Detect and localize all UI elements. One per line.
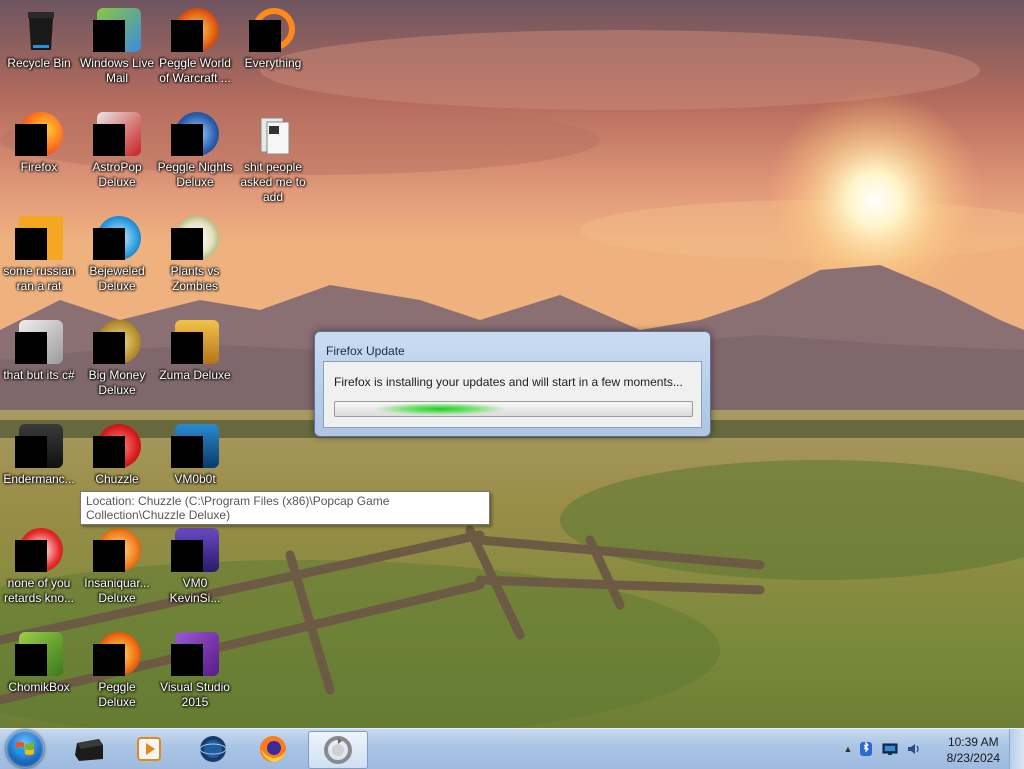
recycle-bin-icon: [15, 6, 63, 54]
desktop-icon-russian-rat[interactable]: some russian ran a rat: [0, 208, 78, 294]
terminal-app-icon: [75, 739, 103, 761]
desktop-icon-windows-live-mail[interactable]: Windows Live Mail: [78, 0, 156, 86]
chomikbox-icon: [15, 630, 63, 678]
globe-app-icon: [199, 736, 227, 762]
taskbar: ▲ 10:39 AM 8/23/2024: [0, 728, 1024, 769]
windows-start-orb-icon[interactable]: [6, 730, 44, 768]
firefox-icon: [260, 736, 286, 762]
dialog-content: Firefox is installing your updates and w…: [323, 361, 702, 428]
desktop-icon-zuma[interactable]: Zuma Deluxe: [156, 312, 234, 383]
clock-date: 8/23/2024: [946, 751, 1000, 765]
icon-location-tooltip: Location: Chuzzle (C:\Program Files (x86…: [80, 491, 490, 525]
zuma-icon: [171, 318, 219, 366]
desktop-icon-big-money[interactable]: Big Money Deluxe: [78, 312, 156, 398]
media-player-icon: [137, 737, 161, 761]
insaniquarium-icon: [93, 526, 141, 574]
windows-live-mail-icon: [93, 6, 141, 54]
taskbar-terminal-app[interactable]: [60, 731, 118, 767]
firefox-icon: [15, 110, 63, 158]
system-tray: ▲ 10:39 AM 8/23/2024: [834, 729, 1024, 769]
dialog-title: Firefox Update: [326, 344, 405, 358]
desktop-icon-visual-studio[interactable]: Visual Studio 2015: [156, 624, 234, 710]
desktop-icon-folder[interactable]: shit people asked me to add: [234, 104, 312, 205]
desktop-icon-insaniquarium[interactable]: Insaniquar... Deluxe: [78, 520, 156, 606]
desktop-icon-vm0-kevinsi[interactable]: VM0 KevinSi...: [156, 520, 234, 606]
bluetooth-icon[interactable]: [858, 741, 874, 757]
taskbar-firefox[interactable]: [244, 731, 302, 767]
show-hidden-icons-chevron-icon[interactable]: ▲: [840, 741, 856, 757]
taskbar-firefox-update[interactable]: [308, 731, 368, 769]
folder-icon: [249, 110, 297, 158]
firefox-update-dialog[interactable]: Firefox Update Firefox is installing you…: [314, 331, 711, 437]
desktop-icon-vm0b0t[interactable]: VM0b0t: [156, 416, 234, 487]
taskbar-media-player[interactable]: [120, 731, 178, 767]
desktop-icon-chuzzle[interactable]: Chuzzle: [78, 416, 156, 487]
vm0b0t-icon: [171, 422, 219, 470]
desktop-icon-that-but-its-csharp[interactable]: that but its c#: [0, 312, 78, 383]
everything-search-icon: [249, 6, 297, 54]
desktop-icon-peggle-nights[interactable]: Peggle Nights Deluxe: [156, 104, 234, 190]
update-progress-bar: [334, 401, 693, 417]
progress-marquee: [375, 403, 505, 415]
firefox-update-icon: [324, 736, 352, 764]
desktop-icon-astropop[interactable]: AstroPop Deluxe: [78, 104, 156, 190]
taskbar-clock[interactable]: 10:39 AM 8/23/2024: [947, 734, 1000, 766]
taskbar-globe-app[interactable]: [184, 731, 242, 767]
desktop-icon-firefox[interactable]: Firefox: [0, 104, 78, 175]
desktop-icon-endermanch[interactable]: Endermanc...: [0, 416, 78, 487]
astropop-icon: [93, 110, 141, 158]
clock-time: 10:39 AM: [947, 735, 999, 749]
desktop-icon-chomikbox[interactable]: ChomikBox: [0, 624, 78, 695]
desktop-icon-bejeweled[interactable]: Bejeweled Deluxe: [78, 208, 156, 294]
show-desktop-button[interactable]: [1009, 729, 1024, 769]
shortcut-icon: [15, 526, 63, 574]
volume-icon[interactable]: [906, 741, 922, 757]
desktop-icon-peggle-wow[interactable]: Peggle World of Warcraft ...: [156, 0, 234, 86]
peggle-nights-icon: [171, 110, 219, 158]
enderman-icon: [15, 422, 63, 470]
russian-rat-icon: [15, 214, 63, 262]
vm0-icon: [171, 526, 219, 574]
shortcut-stack-icon: [15, 318, 63, 366]
chuzzle-icon: [93, 422, 141, 470]
peggle-wow-icon: [171, 6, 219, 54]
bejeweled-icon: [93, 214, 141, 262]
desktop-icon-everything[interactable]: Everything: [234, 0, 312, 71]
desktop-icon-recycle-bin[interactable]: Recycle Bin: [0, 0, 78, 71]
desktop-icon-peggle-deluxe[interactable]: Peggle Deluxe: [78, 624, 156, 710]
visual-studio-icon: [171, 630, 219, 678]
plants-vs-zombies-icon: [171, 214, 219, 262]
network-icon[interactable]: [882, 741, 898, 757]
desktop-icon-none-of-you[interactable]: none of you retards kno...: [0, 520, 78, 606]
big-money-icon: [93, 318, 141, 366]
peggle-icon: [93, 630, 141, 678]
dialog-message: Firefox is installing your updates and w…: [334, 375, 683, 389]
desktop-icon-plants-vs-zombies[interactable]: Plants vs Zombies: [156, 208, 234, 294]
